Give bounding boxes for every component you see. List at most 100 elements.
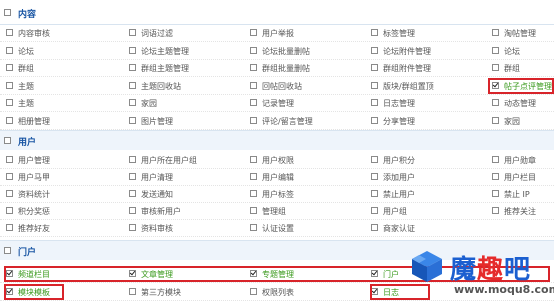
- permission-checkbox[interactable]: [6, 156, 13, 163]
- permission-checkbox[interactable]: [250, 81, 257, 89]
- section-checkbox-content[interactable]: [4, 9, 11, 16]
- watermark-brand: 魔趣吧: [450, 255, 532, 285]
- permission-checkbox[interactable]: [129, 173, 136, 180]
- permission-checkbox[interactable]: [371, 207, 378, 214]
- permission-checkbox[interactable]: [492, 29, 499, 36]
- permission-label: 添加用户: [383, 173, 415, 182]
- permission-checkbox[interactable]: [6, 99, 13, 106]
- permission-label: 群组主题管理: [141, 64, 189, 73]
- permission-checkbox[interactable]: [6, 29, 13, 36]
- cube-logo-icon: [412, 251, 442, 282]
- permission-checkbox[interactable]: [6, 207, 13, 214]
- permission-checkbox[interactable]: [129, 190, 136, 197]
- permission-label: 版块/群组置顶: [383, 81, 434, 91]
- permission-label: 回帖回收站: [262, 81, 302, 91]
- permission-checkbox[interactable]: [371, 46, 378, 54]
- permission-checkbox[interactable]: [250, 224, 257, 231]
- permission-checkbox[interactable]: [6, 116, 13, 124]
- permission-label: 群组批量删帖: [262, 64, 310, 73]
- permissions-panel: 内容 内容审核 词语过滤 用户举报 标签管理 淘帖管理 论坛 论坛主题管理 论坛批量删帖 论坛附…: [0, 0, 554, 301]
- permission-checkbox[interactable]: [129, 156, 136, 163]
- permission-label: 淘帖管理: [504, 29, 536, 38]
- permission-checkbox[interactable]: [129, 224, 136, 231]
- permission-label: 用户标签: [262, 190, 294, 199]
- permission-label: 管理组: [262, 207, 286, 216]
- permission-checkbox[interactable]: [492, 46, 499, 54]
- permission-checkbox[interactable]: [129, 46, 136, 54]
- permission-checkbox[interactable]: [129, 64, 136, 71]
- permission-label: 词语过滤: [141, 29, 173, 38]
- permission-checkbox[interactable]: [492, 116, 499, 124]
- permission-checkbox[interactable]: [129, 116, 136, 124]
- permission-checkbox[interactable]: [250, 29, 257, 36]
- permission-checkbox[interactable]: [371, 224, 378, 231]
- section-checkbox-user[interactable]: [4, 137, 11, 144]
- permission-checkbox[interactable]: [371, 173, 378, 180]
- permission-checkbox[interactable]: [250, 64, 257, 71]
- permission-checkbox[interactable]: [250, 207, 257, 214]
- highlight-box: [4, 284, 64, 300]
- permission-label: 论坛主题管理: [141, 46, 189, 56]
- permission-label: 资料审核: [141, 224, 173, 233]
- permission-label: 审核新用户: [141, 207, 181, 216]
- permission-checkbox[interactable]: [129, 81, 136, 89]
- permission-checkbox[interactable]: [250, 46, 257, 54]
- permission-label: 论坛: [18, 46, 34, 56]
- permission-checkbox[interactable]: [492, 190, 499, 197]
- permission-checkbox[interactable]: [371, 99, 378, 106]
- permission-checkbox[interactable]: [129, 207, 136, 214]
- permission-checkbox[interactable]: [6, 46, 13, 54]
- permission-checkbox[interactable]: [250, 288, 257, 295]
- permission-checkbox[interactable]: [492, 64, 499, 71]
- permission-checkbox[interactable]: [492, 99, 499, 106]
- permission-label: 主题回收站: [141, 81, 181, 91]
- permission-label: 记录管理: [262, 99, 294, 108]
- permission-label: 用户清理: [141, 173, 173, 182]
- permission-checkbox[interactable]: [250, 190, 257, 197]
- permission-checkbox[interactable]: [492, 173, 499, 180]
- permission-label: 推荐关注: [504, 207, 536, 216]
- permission-checkbox[interactable]: [492, 156, 499, 163]
- permission-checkbox[interactable]: [129, 29, 136, 36]
- permission-checkbox[interactable]: [6, 224, 13, 231]
- permission-checkbox[interactable]: [250, 173, 257, 180]
- permission-checkbox[interactable]: [250, 156, 257, 163]
- permission-label: 用户马甲: [18, 173, 50, 182]
- permission-checkbox[interactable]: [371, 29, 378, 36]
- permission-label: 用户权限: [262, 156, 294, 165]
- section-title-user: 用户: [18, 138, 37, 148]
- watermark-logo: 魔趣吧 www.moqu8.com: [404, 243, 554, 301]
- permission-checkbox[interactable]: [6, 64, 13, 71]
- permission-label: 用户编辑: [262, 173, 294, 182]
- permission-checkbox[interactable]: [6, 190, 13, 197]
- watermark-url: www.moqu8.com: [454, 283, 554, 296]
- permission-label: 家园: [504, 116, 520, 126]
- permission-label: 用户所在用户组: [141, 156, 197, 165]
- section-checkbox-portal[interactable]: [4, 247, 11, 254]
- permission-label: 图片管理: [141, 116, 173, 126]
- permission-label: 积分奖惩: [18, 207, 50, 216]
- permission-checkbox[interactable]: [129, 99, 136, 106]
- highlight-box: [488, 78, 554, 94]
- permission-checkbox[interactable]: [6, 81, 13, 89]
- permission-label: 群组: [504, 64, 520, 73]
- permission-checkbox[interactable]: [492, 207, 499, 214]
- section-header-content: 内容: [0, 4, 554, 22]
- permission-checkbox[interactable]: [6, 173, 13, 180]
- section-header-user: 用户: [0, 130, 554, 150]
- permission-label: 第三方模块: [141, 288, 181, 297]
- permission-checkbox[interactable]: [371, 190, 378, 197]
- permission-checkbox[interactable]: [129, 288, 136, 295]
- permission-checkbox[interactable]: [371, 156, 378, 163]
- permission-label: 推荐好友: [18, 224, 50, 233]
- permission-checkbox[interactable]: [371, 81, 378, 89]
- permission-label: 相册管理: [18, 116, 50, 126]
- permission-checkbox[interactable]: [250, 99, 257, 106]
- permission-label: 权限列表: [262, 288, 294, 297]
- permission-label: 认证设置: [262, 224, 294, 233]
- permission-checkbox[interactable]: [250, 116, 257, 124]
- permission-label: 群组: [18, 64, 34, 73]
- permission-checkbox[interactable]: [371, 64, 378, 71]
- permission-label: 用户勋章: [504, 156, 536, 165]
- permission-checkbox[interactable]: [371, 116, 378, 124]
